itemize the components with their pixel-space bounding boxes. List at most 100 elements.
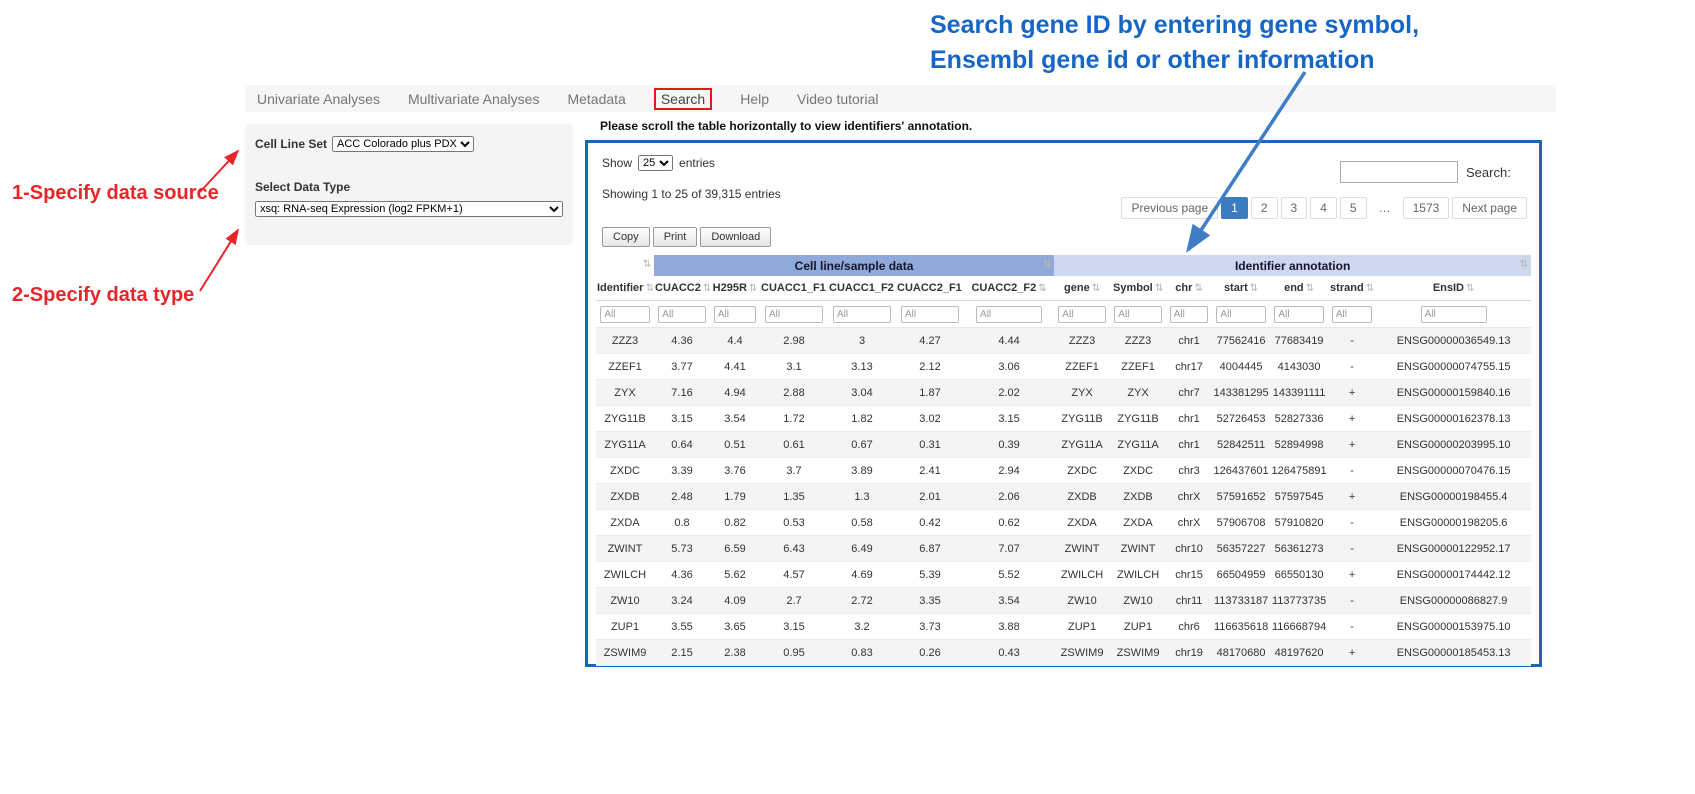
column-header-ensid[interactable]: EnsID⇅: [1376, 276, 1531, 301]
data-table: ⇅Cell line/sample data⇅Identifier annota…: [596, 255, 1531, 666]
column-header-cuacc1-f1[interactable]: CUACC1_F1⇅: [760, 276, 828, 301]
column-filter-cuacc1-f2[interactable]: [833, 306, 891, 323]
cell: 66550130: [1270, 562, 1328, 588]
column-header-strand[interactable]: strand⇅: [1328, 276, 1376, 301]
sort-icon: ⇅: [1194, 283, 1202, 294]
step2-annotation: 2-Specify data type: [12, 284, 194, 307]
column-filter-end[interactable]: [1274, 306, 1323, 323]
next-page-button[interactable]: Next page: [1452, 197, 1527, 219]
nav-item-video-tutorial[interactable]: Video tutorial: [797, 91, 878, 107]
filter-cell: [596, 301, 654, 328]
cell: 0.39: [964, 432, 1054, 458]
sort-icon: ⇅: [1038, 283, 1046, 294]
column-filter-strand[interactable]: [1332, 306, 1372, 323]
column-filter-chr[interactable]: [1170, 306, 1209, 323]
table-row: ZZZ34.364.42.9834.274.44ZZZ3ZZZ3chr17756…: [596, 328, 1531, 354]
sort-icon[interactable]: ⇅: [643, 259, 651, 270]
column-filter-cuacc1-f1[interactable]: [765, 306, 823, 323]
column-header-cuacc2-f1[interactable]: CUACC2_F1⇅: [896, 276, 964, 301]
cell: 3.2: [828, 614, 896, 640]
table-search-input[interactable]: [1340, 161, 1458, 183]
column-filter-identifier[interactable]: [600, 306, 649, 323]
copy-button[interactable]: Copy: [602, 227, 650, 247]
data-type-select[interactable]: xsq: RNA-seq Expression (log2 FPKM+1): [255, 201, 563, 217]
page-button-4[interactable]: 4: [1310, 197, 1337, 219]
data-type-label: Select Data Type: [255, 180, 563, 194]
column-header-start[interactable]: start⇅: [1212, 276, 1270, 301]
cell: 77562416: [1212, 328, 1270, 354]
cell: 0.51: [710, 432, 760, 458]
cell: 1.35: [760, 484, 828, 510]
cell: -: [1328, 588, 1376, 614]
cell: 0.26: [896, 640, 964, 666]
column-header-cuacc2-f2[interactable]: CUACC2_F2⇅: [964, 276, 1054, 301]
column-filter-start[interactable]: [1216, 306, 1265, 323]
cell: 56357227: [1212, 536, 1270, 562]
cell: ZXDC: [1054, 458, 1110, 484]
column-filter-symbol[interactable]: [1114, 306, 1162, 323]
page-button-2[interactable]: 2: [1251, 197, 1278, 219]
column-header-label: strand: [1330, 282, 1364, 294]
nav-item-univariate-analyses[interactable]: Univariate Analyses: [257, 91, 380, 107]
sort-icon: ⇅: [1043, 259, 1051, 270]
column-filter-cuacc2-f1[interactable]: [901, 306, 959, 323]
column-header-cuacc2[interactable]: CUACC2⇅: [654, 276, 710, 301]
column-filter-cuacc2-f2[interactable]: [976, 306, 1042, 323]
filter-cell: [1270, 301, 1328, 328]
cell: ZXDB: [1110, 484, 1166, 510]
cell: 6.49: [828, 536, 896, 562]
cell: 2.38: [710, 640, 760, 666]
cell: ZXDA: [1054, 510, 1110, 536]
cell: ENSG00000153975.10: [1376, 614, 1531, 640]
filter-cell: [828, 301, 896, 328]
cell: -: [1328, 614, 1376, 640]
print-button[interactable]: Print: [653, 227, 698, 247]
cell: ZW10: [1054, 588, 1110, 614]
column-header-label: H295R: [713, 282, 747, 294]
nav-item-search[interactable]: Search: [654, 88, 712, 110]
cell: 0.67: [828, 432, 896, 458]
nav-item-multivariate-analyses[interactable]: Multivariate Analyses: [408, 91, 540, 107]
cell: 48197620: [1270, 640, 1328, 666]
page-length-select[interactable]: 25: [638, 155, 673, 171]
group-header-identifier-annotation: Identifier annotation⇅: [1054, 255, 1531, 276]
cell: 4.44: [964, 328, 1054, 354]
column-header-chr[interactable]: chr⇅: [1166, 276, 1212, 301]
nav-item-metadata[interactable]: Metadata: [567, 91, 625, 107]
column-header-label: EnsID: [1433, 282, 1464, 294]
column-header-identifier[interactable]: Identifier⇅: [596, 276, 654, 301]
sort-icon: ⇅: [1250, 283, 1258, 294]
column-filter-ensid[interactable]: [1421, 306, 1487, 323]
page-button-1573[interactable]: 1573: [1403, 197, 1450, 219]
column-header-gene[interactable]: gene⇅: [1054, 276, 1110, 301]
previous-page-button[interactable]: Previous page: [1121, 197, 1218, 219]
table-row: ZYX7.164.942.883.041.872.02ZYXZYXchr7143…: [596, 380, 1531, 406]
column-header-end[interactable]: end⇅: [1270, 276, 1328, 301]
cell: 0.62: [964, 510, 1054, 536]
cell: 4004445: [1212, 354, 1270, 380]
cell: 56361273: [1270, 536, 1328, 562]
column-header-h295r[interactable]: H295R⇅: [710, 276, 760, 301]
group-header-row: ⇅Cell line/sample data⇅Identifier annota…: [596, 255, 1531, 276]
download-button[interactable]: Download: [700, 227, 771, 247]
cell: ZXDC: [596, 458, 654, 484]
corner-header[interactable]: ⇅: [596, 255, 654, 276]
column-header-symbol[interactable]: Symbol⇅: [1110, 276, 1166, 301]
column-filter-gene[interactable]: [1058, 306, 1106, 323]
page-button-3[interactable]: 3: [1281, 197, 1308, 219]
column-filter-cuacc2[interactable]: [658, 306, 706, 323]
cell: 52726453: [1212, 406, 1270, 432]
search-annotation: Search gene ID by entering gene symbol, …: [930, 8, 1590, 78]
cell: ENSG00000122952.17: [1376, 536, 1531, 562]
cell: 0.83: [828, 640, 896, 666]
page-button-1[interactable]: 1: [1221, 197, 1248, 219]
nav-item-help[interactable]: Help: [740, 91, 769, 107]
column-filter-h295r[interactable]: [714, 306, 756, 323]
cell-line-set-select[interactable]: ACC Colorado plus PDX: [332, 136, 474, 152]
cell: 3.54: [710, 406, 760, 432]
column-header-cuacc1-f2[interactable]: CUACC1_F2⇅: [828, 276, 896, 301]
filter-row: [596, 301, 1531, 328]
page-button-5[interactable]: 5: [1340, 197, 1367, 219]
cell: -: [1328, 536, 1376, 562]
sort-icon: ⇅: [1092, 283, 1100, 294]
